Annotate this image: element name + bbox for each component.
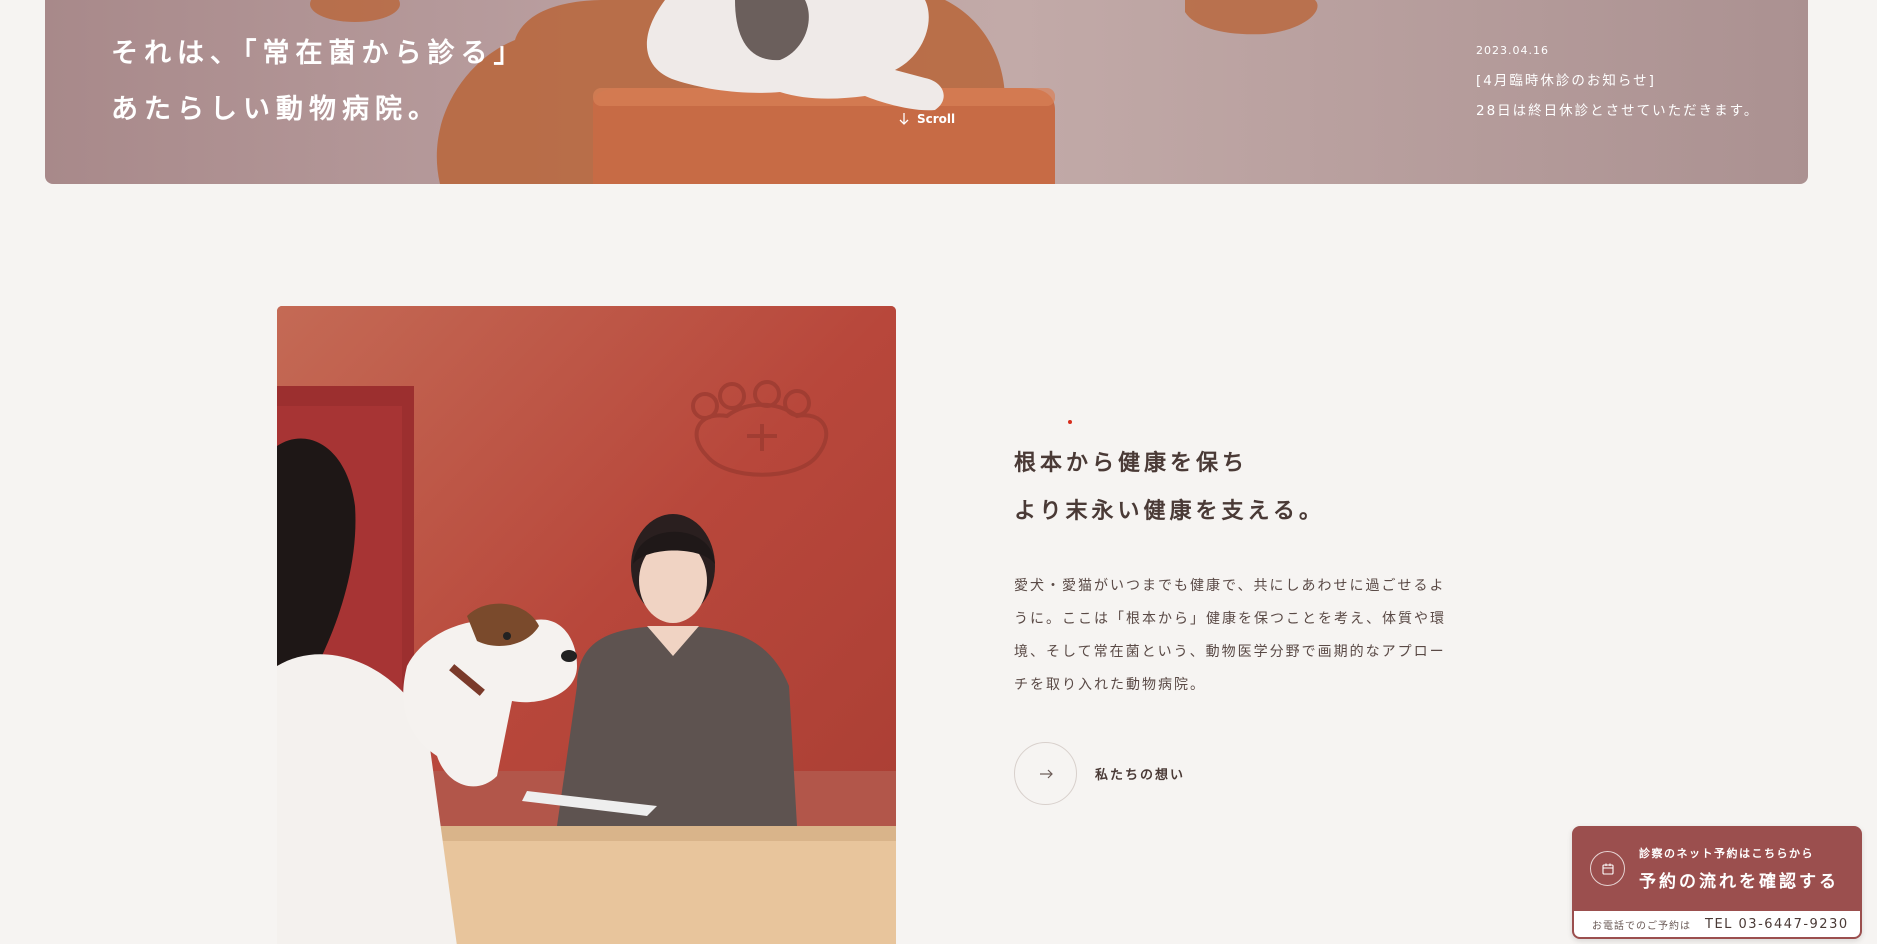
scroll-label: Scroll — [917, 112, 956, 126]
news-date: 2023.04.16 — [1476, 44, 1549, 57]
news-title: [4月臨時休診のお知らせ] — [1476, 73, 1656, 89]
phone-reservation-link[interactable]: お電話でのご予約は TEL 03-6447-9230 — [1574, 911, 1860, 937]
body-line: チを取り入れた動物病院。 — [1014, 677, 1206, 693]
our-thoughts-link[interactable]: 私たちの想い — [1014, 742, 1185, 805]
arrow-right-icon — [1039, 769, 1053, 778]
body-line: うに。ここは「根本から」健康を保つことを考え、体質や環 — [1014, 611, 1446, 627]
tel-number: TEL 03-6447-9230 — [1705, 916, 1849, 932]
section-headline: 根本から健康を保ち より末永い健康を支える。 — [1014, 440, 1325, 536]
hero-tagline-line2: あたらしい動物病院。 — [111, 94, 441, 125]
body-line: 愛犬・愛猫がいつまでも健康で、共にしあわせに過ごせるよ — [1014, 578, 1446, 594]
reservation-subtitle: 診察のネット予約はこちらから — [1639, 847, 1814, 860]
tel-label: お電話でのご予約は — [1592, 920, 1691, 932]
headline-line1: 根本から健康を保ち — [1014, 451, 1249, 476]
hero-banner: それは、「常在菌から診る」 あたらしい動物病院。 Scroll 2023.04.… — [45, 0, 1808, 184]
calendar-icon — [1601, 863, 1614, 875]
reservation-widget: 診察のネット予約はこちらから 予約の流れを確認する お電話でのご予約は TEL … — [1572, 826, 1862, 939]
reception-photo — [277, 306, 896, 944]
hero-tagline-line1: それは、「常在菌から診る」 — [111, 38, 527, 69]
our-thoughts-label: 私たちの想い — [1095, 768, 1186, 783]
calendar-icon-circle — [1590, 851, 1625, 886]
reservation-cta: 予約の流れを確認する — [1639, 872, 1839, 892]
scroll-button[interactable]: Scroll — [897, 112, 955, 126]
hero-tagline: それは、「常在菌から診る」 あたらしい動物病院。 — [111, 26, 527, 138]
news-item[interactable]: 2023.04.16 [4月臨時休診のお知らせ] 28日は終日休診とさせていただ… — [1476, 44, 1759, 126]
accent-dot — [1068, 420, 1072, 424]
headline-line2: より末永い健康を支える。 — [1014, 499, 1325, 524]
more-circle-button[interactable] — [1014, 742, 1077, 805]
reservation-button[interactable]: 診察のネット予約はこちらから 予約の流れを確認する — [1572, 826, 1862, 911]
arrow-down-icon — [899, 113, 909, 125]
body-line: 境、そして常在菌という、動物医学分野で画期的なアプロー — [1014, 644, 1446, 660]
news-body: 28日は終日休診とさせていただきます。 — [1476, 103, 1760, 119]
section-body: 愛犬・愛猫がいつまでも健康で、共にしあわせに過ごせるよ うに。ここは「根本から」… — [1014, 570, 1454, 702]
